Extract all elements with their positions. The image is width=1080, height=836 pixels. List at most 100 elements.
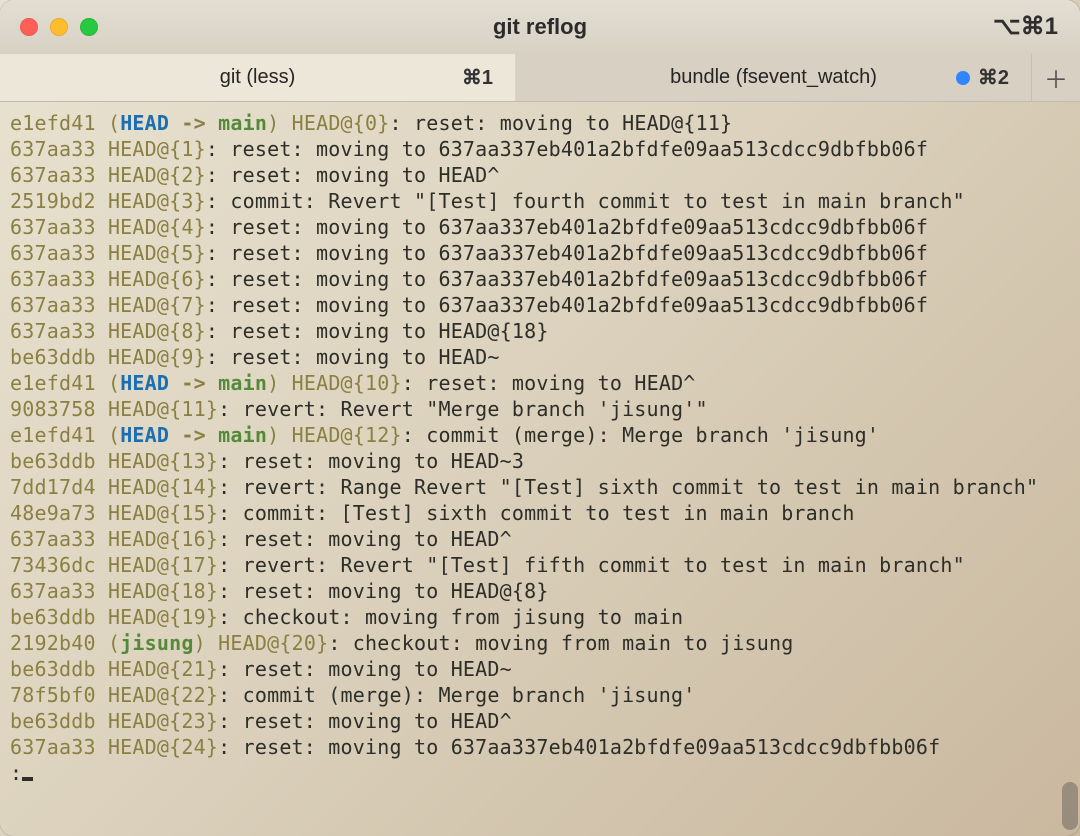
reflog-ref: HEAD@{14} (108, 475, 218, 499)
terminal-output[interactable]: e1efd41 (HEAD -> main) HEAD@{0}: reset: … (0, 102, 1080, 836)
reflog-row: 73436dc HEAD@{17}: revert: Revert "[Test… (10, 552, 1070, 578)
terminal-window: git reflog ⌥⌘1 git (less) ⌘1 bundle (fse… (0, 0, 1080, 836)
cursor-icon (22, 777, 33, 781)
minimize-window-button[interactable] (50, 18, 68, 36)
arrow-token: -> (169, 423, 218, 447)
reflog-message: : reset: moving to HEAD~ (218, 657, 512, 681)
reflog-row: be63ddb HEAD@{23}: reset: moving to HEAD… (10, 708, 1070, 734)
commit-hash: e1efd41 (10, 371, 96, 395)
reflog-row: 637aa33 HEAD@{7}: reset: moving to 637aa… (10, 292, 1070, 318)
reflog-row: 637aa33 HEAD@{8}: reset: moving to HEAD@… (10, 318, 1070, 344)
reflog-message: : reset: moving to 637aa337eb401a2bfdfe0… (206, 241, 928, 265)
paren-open: ( (108, 371, 120, 395)
commit-hash: 78f5bf0 (10, 683, 96, 707)
reflog-row: 637aa33 HEAD@{2}: reset: moving to HEAD^ (10, 162, 1070, 188)
commit-hash: be63ddb (10, 449, 96, 473)
close-window-button[interactable] (20, 18, 38, 36)
tab-label: git (less) (220, 66, 296, 89)
commit-hash: be63ddb (10, 657, 96, 681)
reflog-message: : revert: Range Revert "[Test] sixth com… (218, 475, 1038, 499)
reflog-ref: HEAD@{17} (108, 553, 218, 577)
commit-hash: 73436dc (10, 553, 96, 577)
tab-bundle[interactable]: bundle (fsevent_watch) ⌘2 (516, 54, 1032, 101)
paren-close: ) (194, 631, 206, 655)
paren-close: ) (267, 423, 279, 447)
reflog-row: 637aa33 HEAD@{24}: reset: moving to 637a… (10, 734, 1070, 760)
window-shortcut: ⌥⌘1 (993, 12, 1058, 41)
scrollbar-thumb[interactable] (1062, 782, 1078, 830)
reflog-message: : reset: moving to HEAD^ (402, 371, 696, 395)
reflog-message: : revert: Revert "Merge branch 'jisung'" (218, 397, 708, 421)
reflog-ref: HEAD@{9} (108, 345, 206, 369)
reflog-message: : reset: moving to 637aa337eb401a2bfdfe0… (206, 267, 928, 291)
prompt-char: : (10, 761, 22, 785)
reflog-message: : commit (merge): Merge branch 'jisung' (402, 423, 879, 447)
reflog-row: be63ddb HEAD@{13}: reset: moving to HEAD… (10, 448, 1070, 474)
reflog-message: : reset: moving to 637aa337eb401a2bfdfe0… (206, 293, 928, 317)
reflog-ref: HEAD@{6} (108, 267, 206, 291)
reflog-ref: HEAD@{1} (108, 137, 206, 161)
reflog-ref: HEAD@{18} (108, 579, 218, 603)
reflog-ref: HEAD@{2} (108, 163, 206, 187)
reflog-ref: HEAD@{5} (108, 241, 206, 265)
head-token: HEAD (120, 371, 169, 395)
reflog-ref: HEAD@{0} (292, 111, 390, 135)
reflog-ref: HEAD@{10} (292, 371, 402, 395)
arrow-token: -> (169, 111, 218, 135)
reflog-row: e1efd41 (HEAD -> main) HEAD@{12}: commit… (10, 422, 1070, 448)
reflog-message: : commit: [Test] sixth commit to test in… (218, 501, 855, 525)
reflog-message: : commit (merge): Merge branch 'jisung' (218, 683, 695, 707)
titlebar: git reflog ⌥⌘1 (0, 0, 1080, 54)
reflog-row: 637aa33 HEAD@{6}: reset: moving to 637aa… (10, 266, 1070, 292)
reflog-message: : reset: moving to HEAD@{18} (206, 319, 549, 343)
reflog-ref: HEAD@{15} (108, 501, 218, 525)
tab-shortcut: ⌘2 (956, 65, 1009, 90)
commit-hash: e1efd41 (10, 111, 96, 135)
reflog-ref: HEAD@{8} (108, 319, 206, 343)
head-token: HEAD (120, 423, 169, 447)
reflog-ref: HEAD@{23} (108, 709, 218, 733)
zoom-window-button[interactable] (80, 18, 98, 36)
reflog-row: 637aa33 HEAD@{1}: reset: moving to 637aa… (10, 136, 1070, 162)
reflog-ref: HEAD@{11} (108, 397, 218, 421)
commit-hash: 7dd17d4 (10, 475, 96, 499)
reflog-row: 637aa33 HEAD@{18}: reset: moving to HEAD… (10, 578, 1070, 604)
commit-hash: 9083758 (10, 397, 96, 421)
reflog-message: : reset: moving to 637aa337eb401a2bfdfe0… (206, 137, 928, 161)
commit-hash: 637aa33 (10, 267, 96, 291)
commit-hash: 637aa33 (10, 293, 96, 317)
reflog-ref: HEAD@{22} (108, 683, 218, 707)
commit-hash: be63ddb (10, 605, 96, 629)
reflog-message: : reset: moving to HEAD^ (218, 527, 512, 551)
reflog-message: : reset: moving to HEAD~3 (218, 449, 524, 473)
paren-close: ) (267, 111, 279, 135)
commit-hash: 637aa33 (10, 527, 96, 551)
commit-hash: 637aa33 (10, 735, 96, 759)
commit-hash: 2519bd2 (10, 189, 96, 213)
reflog-message: : checkout: moving from jisung to main (218, 605, 683, 629)
plus-icon: ＋ (1044, 60, 1068, 95)
reflog-row: be63ddb HEAD@{19}: checkout: moving from… (10, 604, 1070, 630)
branch-name: main (218, 111, 267, 135)
pager-prompt[interactable]: : (10, 760, 1070, 786)
commit-hash: 637aa33 (10, 579, 96, 603)
reflog-ref: HEAD@{7} (108, 293, 206, 317)
reflog-row: 637aa33 HEAD@{5}: reset: moving to 637aa… (10, 240, 1070, 266)
tab-git[interactable]: git (less) ⌘1 (0, 54, 516, 101)
reflog-ref: HEAD@{12} (292, 423, 402, 447)
reflog-message: : reset: moving to HEAD@{11} (390, 111, 733, 135)
reflog-row: 637aa33 HEAD@{16}: reset: moving to HEAD… (10, 526, 1070, 552)
new-tab-button[interactable]: ＋ (1032, 54, 1080, 101)
commit-hash: be63ddb (10, 345, 96, 369)
reflog-message: : checkout: moving from main to jisung (328, 631, 793, 655)
reflog-message: : reset: moving to HEAD^ (218, 709, 512, 733)
branch-name: main (218, 371, 267, 395)
head-token: HEAD (120, 111, 169, 135)
reflog-row: 48e9a73 HEAD@{15}: commit: [Test] sixth … (10, 500, 1070, 526)
reflog-ref: HEAD@{20} (218, 631, 328, 655)
reflog-message: : reset: moving to 637aa337eb401a2bfdfe0… (218, 735, 940, 759)
commit-hash: 637aa33 (10, 319, 96, 343)
reflog-row: be63ddb HEAD@{9}: reset: moving to HEAD~ (10, 344, 1070, 370)
reflog-row: be63ddb HEAD@{21}: reset: moving to HEAD… (10, 656, 1070, 682)
reflog-row: 7dd17d4 HEAD@{14}: revert: Range Revert … (10, 474, 1070, 500)
